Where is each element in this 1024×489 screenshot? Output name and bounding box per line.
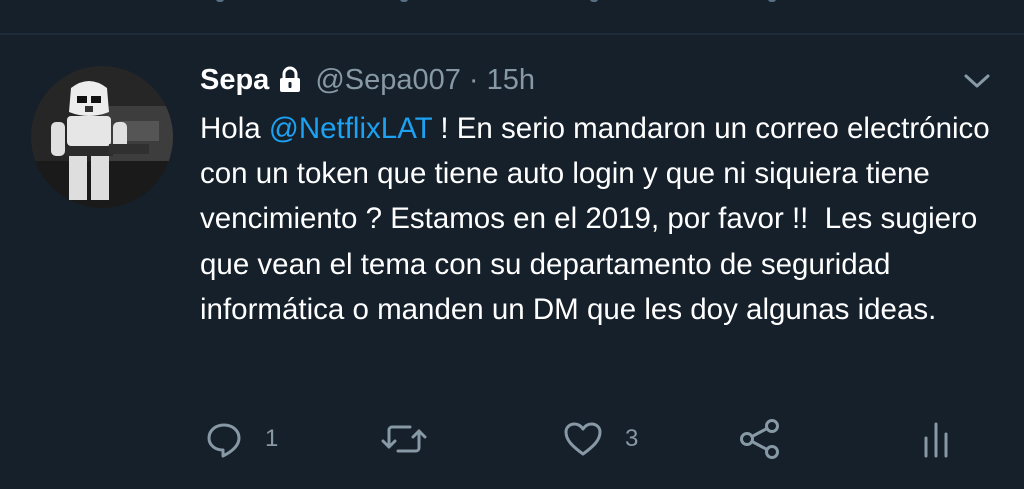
previous-tweet-actions-edge bbox=[0, 0, 1024, 4]
like-count: 3 bbox=[625, 425, 639, 452]
bar-chart-icon bbox=[922, 418, 952, 460]
mention-link[interactable]: @NetflixLAT bbox=[269, 112, 432, 145]
like-button[interactable]: 3 bbox=[562, 415, 638, 463]
avatar[interactable] bbox=[31, 66, 173, 208]
share-icon bbox=[738, 418, 782, 460]
heart-icon bbox=[562, 419, 604, 459]
author-handle[interactable]: @Sepa007 bbox=[315, 64, 461, 97]
author-name[interactable]: Sepa bbox=[200, 64, 269, 97]
speech-bubble-icon bbox=[204, 419, 244, 459]
analytics-button[interactable] bbox=[922, 415, 952, 463]
share-button[interactable] bbox=[738, 415, 782, 463]
tweet-screen: Sepa @Sepa007 · 15h Hola @NetflixLAT ! E… bbox=[0, 0, 1024, 489]
lock-icon bbox=[278, 66, 302, 94]
retweet-button[interactable] bbox=[380, 415, 428, 463]
chevron-down-icon[interactable] bbox=[962, 70, 992, 92]
tweet-text: Hola @NetflixLAT ! En serio mandaron un … bbox=[200, 106, 1000, 332]
tweet-divider bbox=[0, 33, 1024, 35]
reply-button[interactable]: 1 bbox=[204, 415, 278, 463]
reply-count: 1 bbox=[265, 425, 279, 452]
tweet-actions: 1 3 bbox=[0, 415, 1024, 463]
timestamp[interactable]: 15h bbox=[487, 64, 535, 97]
retweet-icon bbox=[380, 419, 428, 459]
tweet-text-start: Hola bbox=[200, 112, 269, 145]
header-separator: · bbox=[468, 63, 479, 96]
tweet-header: Sepa @Sepa007 · 15h bbox=[200, 58, 535, 102]
